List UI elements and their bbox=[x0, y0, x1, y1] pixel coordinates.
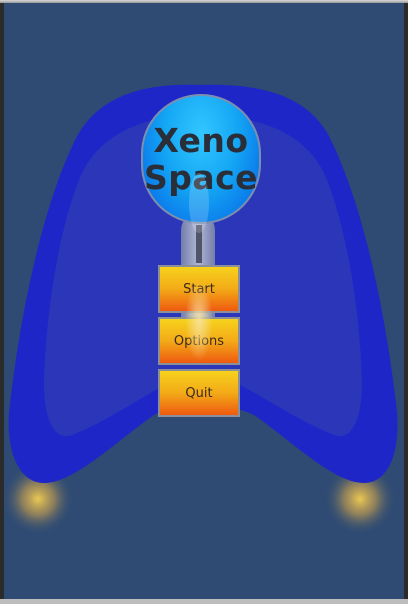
quit-button[interactable]: Quit bbox=[158, 369, 240, 417]
start-button[interactable]: Start bbox=[158, 265, 240, 313]
game-logo: Xeno Space bbox=[141, 94, 261, 224]
options-button[interactable]: Options bbox=[158, 317, 240, 365]
logo-title-line1: Xeno bbox=[153, 121, 249, 160]
window-right-border bbox=[404, 3, 408, 599]
window-bottom-edge bbox=[0, 599, 408, 604]
logo-title-line2: Space bbox=[143, 158, 259, 197]
stem-shadow bbox=[196, 225, 202, 263]
title-screen: Xeno Space Start Options Quit bbox=[4, 3, 404, 599]
game-window: Xeno Space Start Options Quit bbox=[0, 0, 408, 604]
